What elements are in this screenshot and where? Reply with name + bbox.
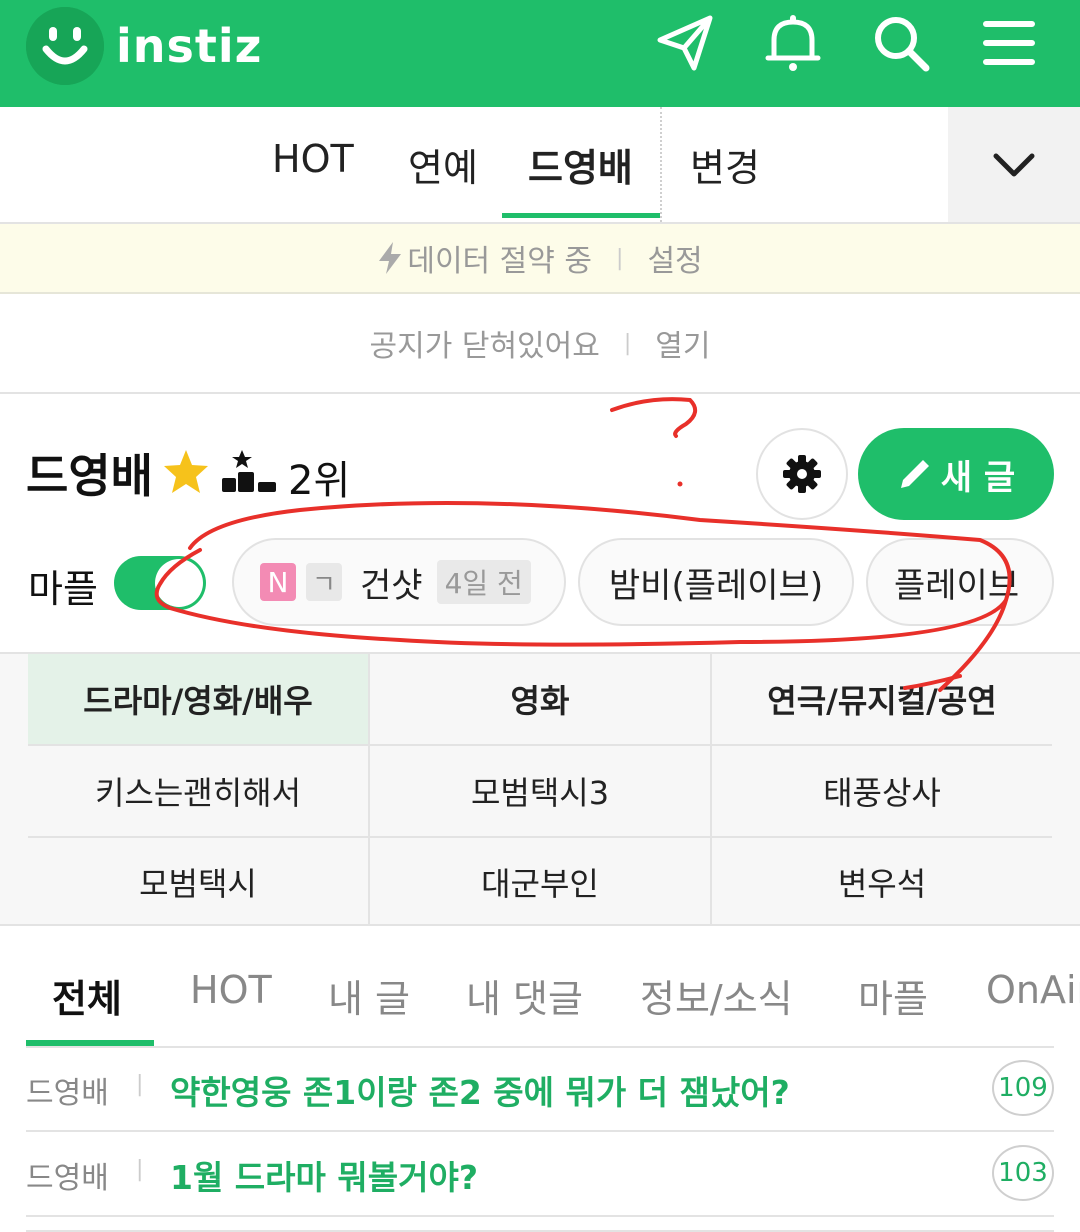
- grid-divider: [710, 654, 712, 926]
- grid-divider: [368, 654, 370, 926]
- list-tab-my-posts[interactable]: 내 글: [328, 968, 410, 1023]
- pencil-icon: [900, 460, 929, 488]
- separator: |: [623, 330, 632, 356]
- data-saving-status: 데이터 절약 중: [407, 244, 593, 279]
- separator: |: [136, 1157, 144, 1182]
- board-title: 드영배: [26, 449, 153, 503]
- separator: |: [136, 1072, 144, 1097]
- lightning-icon: [379, 242, 402, 274]
- rank-podium-icon: [222, 450, 276, 492]
- data-saving-settings-link[interactable]: 설정: [647, 236, 702, 280]
- post-row[interactable]: [26, 1218, 1054, 1232]
- post-row[interactable]: 드영배 | 약한영웅 존1이랑 존2 중에 뭐가 더 잼났어? 109: [26, 1048, 1054, 1132]
- post-board: 드영배: [26, 1161, 109, 1196]
- subcategory-item[interactable]: 키스는괜히해서: [28, 746, 368, 836]
- subcategory-item[interactable]: 모범택시3: [370, 746, 710, 836]
- list-tab-mapl[interactable]: 마플: [858, 968, 928, 1023]
- category-badge: ㄱ: [306, 563, 342, 601]
- subcategory-item[interactable]: 변우석: [712, 838, 1052, 926]
- nav-divider: [660, 107, 662, 222]
- chip-time: 4일 전: [436, 560, 531, 604]
- category-nav: HOT 연예 드영배 변경: [0, 107, 1080, 224]
- tab-entertainment[interactable]: 연예: [408, 137, 478, 192]
- smiley-logo-icon: [26, 7, 104, 85]
- toggle-knob: [155, 559, 203, 607]
- list-tab-my-comments[interactable]: 내 댓글: [466, 968, 583, 1023]
- separator: |: [616, 245, 624, 271]
- menu-icon[interactable]: [974, 8, 1044, 78]
- list-tab-news[interactable]: 정보/소식: [640, 968, 793, 1023]
- gear-icon: [783, 455, 821, 493]
- chip-bambi-plave[interactable]: 밤비(플레이브): [578, 538, 854, 626]
- mapl-toggle-label: 마플: [28, 567, 98, 611]
- bell-icon[interactable]: [758, 8, 828, 78]
- chevron-down-icon: [993, 153, 1035, 176]
- notice-open-link[interactable]: 열기: [655, 321, 710, 365]
- logo-text: instiz: [116, 19, 263, 73]
- new-post-button[interactable]: 새 글: [858, 428, 1054, 520]
- chip-plave[interactable]: 플레이브: [866, 538, 1054, 626]
- subcategory-theater-musical[interactable]: 연극/뮤지컬/공연: [712, 654, 1052, 744]
- favorite-star-icon[interactable]: [162, 448, 210, 494]
- list-tab-hot[interactable]: HOT: [190, 968, 272, 1012]
- chip-label: 건샷: [360, 565, 423, 606]
- subcategory-movie[interactable]: 영화: [370, 654, 710, 744]
- logo[interactable]: instiz: [26, 6, 262, 86]
- comment-count: 103: [992, 1145, 1054, 1201]
- chip-recent-post[interactable]: N ㄱ 건샷 4일 전: [232, 538, 566, 626]
- active-tab-indicator: [502, 213, 660, 218]
- top-header: instiz: [0, 0, 1080, 107]
- board-settings-button[interactable]: [756, 428, 848, 520]
- data-saving-bar: 데이터 절약 중 | 설정: [0, 224, 1080, 294]
- new-badge: N: [260, 563, 296, 601]
- subcategory-item[interactable]: 대군부인: [370, 838, 710, 926]
- grid-divider: [28, 836, 1052, 838]
- notice-bar: 공지가 닫혀있어요 | 열기: [0, 294, 1080, 394]
- subcategory-item[interactable]: 태풍상사: [712, 746, 1052, 836]
- subcategory-grid: 드라마/영화/배우 영화 연극/뮤지컬/공연 키스는괜히해서 모범택시3 태풍상…: [0, 652, 1080, 926]
- post-row[interactable]: 드영배 | 1월 드라마 뭐볼거야? 103: [26, 1133, 1054, 1217]
- post-title[interactable]: 1월 드라마 뭐볼거야?: [170, 1151, 478, 1199]
- subcategory-item[interactable]: 모범택시: [28, 838, 368, 926]
- list-tab-onair[interactable]: OnAir: [986, 968, 1080, 1012]
- comment-count: 109: [992, 1060, 1054, 1116]
- post-board: 드영배: [26, 1076, 109, 1111]
- list-tab-all[interactable]: 전체: [52, 968, 122, 1023]
- more-categories-button[interactable]: [948, 107, 1080, 222]
- tab-drama-movie-actor[interactable]: 드영배: [528, 137, 633, 192]
- mapl-toggle[interactable]: [114, 556, 206, 610]
- subcategory-drama-movie-actor[interactable]: 드라마/영화/배우: [28, 654, 368, 744]
- board-rank: 2위: [288, 458, 351, 504]
- send-icon[interactable]: [650, 8, 720, 78]
- post-title[interactable]: 약한영웅 존1이랑 존2 중에 뭐가 더 잼났어?: [170, 1066, 790, 1114]
- chip-label: 밤비(플레이브): [608, 565, 824, 606]
- chip-label: 플레이브: [894, 565, 1020, 606]
- new-post-label: 새 글: [940, 457, 1016, 498]
- tab-change[interactable]: 변경: [690, 137, 760, 192]
- notice-closed-text: 공지가 닫혀있어요: [369, 329, 600, 364]
- grid-divider: [28, 744, 1052, 746]
- tab-hot[interactable]: HOT: [272, 137, 354, 181]
- search-icon[interactable]: [866, 8, 936, 78]
